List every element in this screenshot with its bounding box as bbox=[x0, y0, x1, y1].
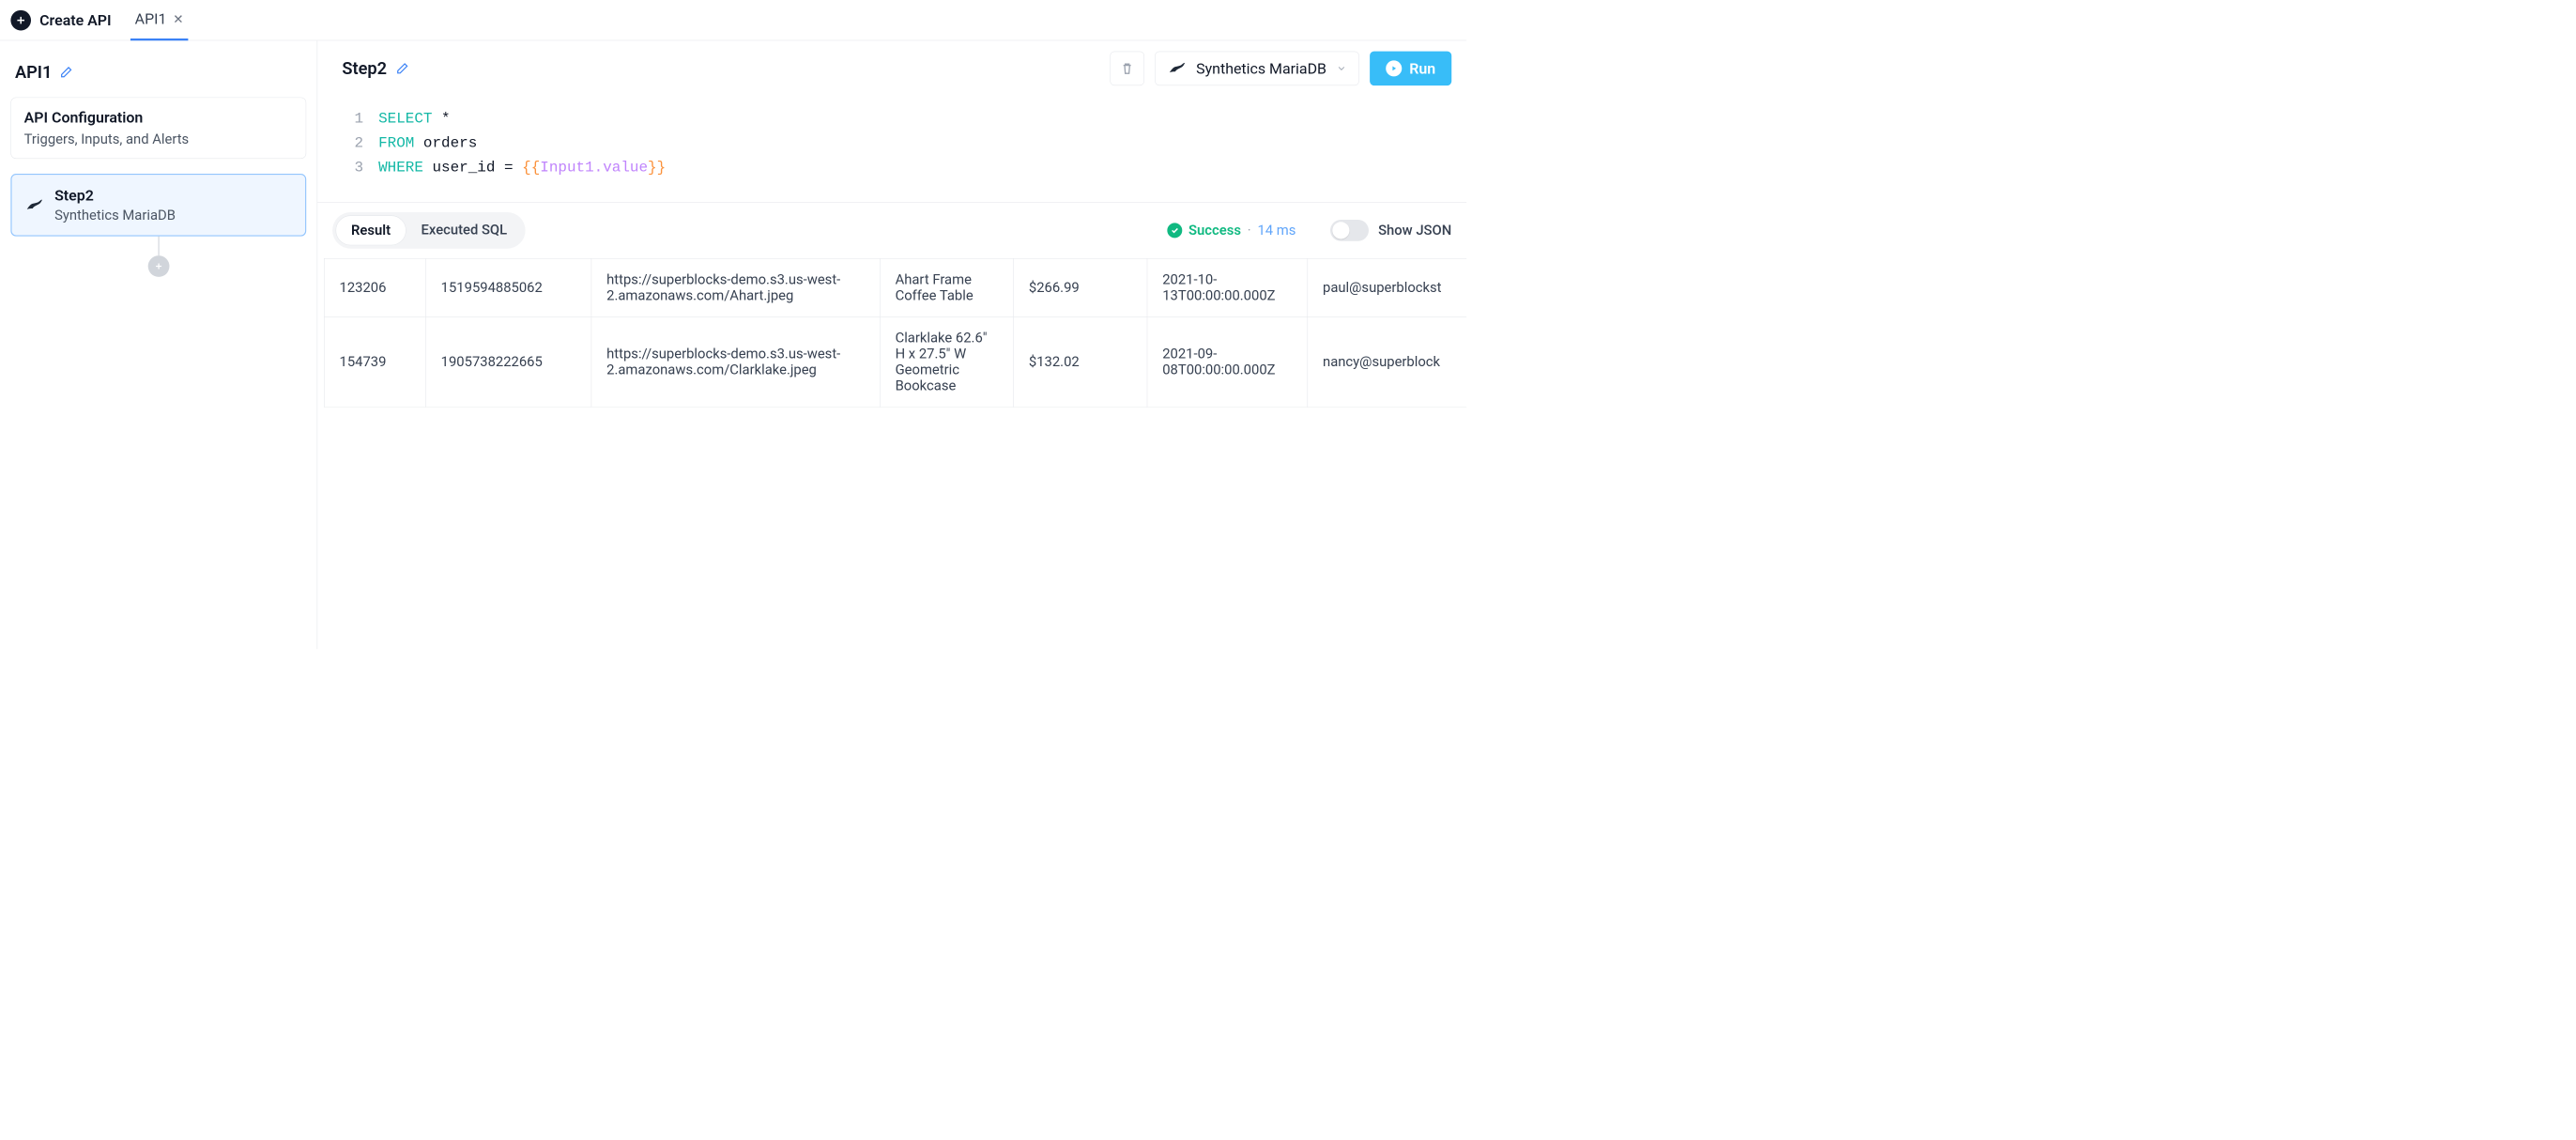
mariadb-icon bbox=[1167, 59, 1186, 78]
play-icon bbox=[1386, 60, 1402, 76]
show-json-toggle[interactable] bbox=[1330, 220, 1369, 241]
cell: 123206 bbox=[324, 258, 425, 316]
step-integration: Synthetics MariaDB bbox=[54, 208, 176, 223]
results-tabs: Result Executed SQL bbox=[332, 212, 525, 249]
results-table: 1232061519594885062https://superblocks-d… bbox=[317, 258, 1466, 408]
topbar: Create API API1 ✕ bbox=[0, 0, 1466, 40]
run-button[interactable]: Run bbox=[1370, 52, 1451, 85]
step-title: Step2 bbox=[342, 58, 409, 79]
table-row[interactable]: 1547391905738222665https://superblocks-d… bbox=[324, 316, 1466, 407]
add-step-button[interactable] bbox=[147, 255, 169, 277]
cell: 2021-09-08T00:00:00.000Z bbox=[1147, 316, 1308, 407]
cell: 1519594885062 bbox=[425, 258, 590, 316]
sidebar: API1 API Configuration Triggers, Inputs,… bbox=[0, 40, 317, 649]
results-bar: Result Executed SQL Success · 14 ms bbox=[317, 203, 1466, 258]
main: Step2 Synthetics MariaDB bbox=[317, 40, 1466, 649]
main-header: Step2 Synthetics MariaDB bbox=[317, 40, 1466, 96]
cell: nancy@superblock bbox=[1308, 316, 1466, 407]
cell: $266.99 bbox=[1014, 258, 1147, 316]
results-panel: Result Executed SQL Success · 14 ms bbox=[317, 202, 1466, 649]
show-json-label: Show JSON bbox=[1378, 223, 1451, 239]
integration-label: Synthetics MariaDB bbox=[1196, 59, 1326, 77]
cell: https://superblocks-demo.s3.us-west-2.am… bbox=[591, 316, 880, 407]
api-title-text: API1 bbox=[15, 62, 52, 83]
tab-executed-sql[interactable]: Executed SQL bbox=[406, 215, 522, 245]
config-subtitle: Triggers, Inputs, and Alerts bbox=[24, 131, 293, 147]
config-title: API Configuration bbox=[24, 109, 293, 127]
cell: paul@superblockst bbox=[1308, 258, 1466, 316]
cell: https://superblocks-demo.s3.us-west-2.am… bbox=[591, 258, 880, 316]
tab-label: API1 bbox=[135, 10, 167, 28]
create-api-button[interactable]: Create API bbox=[10, 10, 111, 31]
cell: 1905738222665 bbox=[425, 316, 590, 407]
edit-icon[interactable] bbox=[395, 61, 409, 75]
chevron-down-icon bbox=[1336, 59, 1346, 77]
tab-api1[interactable]: API1 ✕ bbox=[130, 0, 188, 40]
cell: Ahart Frame Coffee Table bbox=[880, 258, 1013, 316]
edit-icon[interactable] bbox=[59, 65, 73, 79]
integration-select[interactable]: Synthetics MariaDB bbox=[1155, 52, 1358, 85]
plus-icon bbox=[10, 10, 31, 31]
table-row[interactable]: 1232061519594885062https://superblocks-d… bbox=[324, 258, 1466, 316]
api-title: API1 bbox=[10, 62, 306, 98]
status-timing: 14 ms bbox=[1257, 223, 1296, 239]
delete-button[interactable] bbox=[1111, 52, 1144, 85]
step-title-text: Step2 bbox=[342, 58, 387, 79]
status: Success · 14 ms bbox=[1167, 223, 1296, 239]
cell: 154739 bbox=[324, 316, 425, 407]
api-config-card[interactable]: API Configuration Triggers, Inputs, and … bbox=[10, 98, 306, 159]
cell: Clarklake 62.6" H x 27.5" W Geometric Bo… bbox=[880, 316, 1013, 407]
code-editor[interactable]: 1SELECT * 2FROM orders 3WHERE user_id = … bbox=[317, 96, 1466, 202]
create-api-label: Create API bbox=[39, 11, 111, 29]
cell: $132.02 bbox=[1014, 316, 1147, 407]
run-label: Run bbox=[1409, 59, 1435, 77]
check-icon bbox=[1167, 223, 1182, 238]
tab-result[interactable]: Result bbox=[336, 215, 406, 245]
close-icon[interactable]: ✕ bbox=[173, 11, 183, 26]
step-card-step2[interactable]: Step2 Synthetics MariaDB bbox=[10, 174, 306, 237]
mariadb-icon bbox=[24, 195, 43, 214]
cell: 2021-10-13T00:00:00.000Z bbox=[1147, 258, 1308, 316]
step-name: Step2 bbox=[54, 187, 176, 205]
status-label: Success bbox=[1188, 223, 1241, 239]
